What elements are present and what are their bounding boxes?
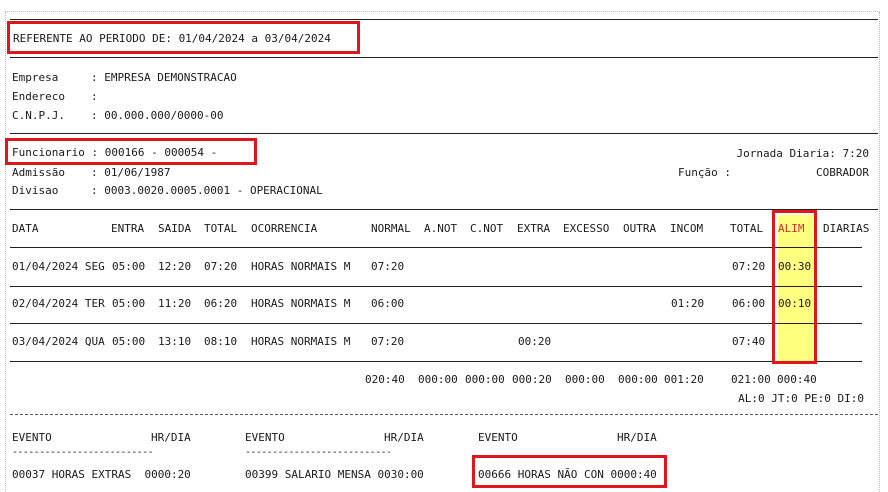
total-excesso: 000:00 [565,373,605,386]
row3-saida: 13:10 [158,335,192,348]
event-col3-hr: HR/DIA [617,431,657,444]
th-entra: ENTRA [111,222,145,235]
event-col1-label: EVENTO [12,431,52,444]
event-col2-label: EVENTO [245,431,285,444]
th-data: DATA [12,222,39,235]
row2-rule [10,323,862,324]
total-anot: 000:00 [418,373,458,386]
page-border-left [5,12,6,492]
row1-total: 07:20 [204,260,238,273]
cnpj-value: : 00.000.000/0000-00 [91,109,224,122]
cnpj-label: C.N.P.J. [12,109,65,122]
funcao-value: COBRADOR [816,166,869,179]
row2-ocorrencia: HORAS NORMAIS M [251,297,351,310]
row1-normal: 07:20 [371,260,405,273]
th-normal: NORMAL [371,222,411,235]
employee-rule [10,209,878,210]
total-extra: 000:20 [512,373,552,386]
page-border-top [5,11,880,12]
th-incom: INCOM [670,222,704,235]
company-rule [10,133,878,134]
th-extra: EXTRA [517,222,551,235]
divisao-value: : 0003.0020.0005.0001 - OPERACIONAL [91,184,323,197]
endereco-label: Endereco [12,90,65,103]
funcao-label: Função : [678,166,731,179]
alim-highlight-box [772,210,817,364]
row2-incom: 01:20 [671,297,705,310]
th-saida: SAIDA [158,222,192,235]
event-highlight-box [472,455,667,488]
row3-ocorrencia: HORAS NORMAIS M [251,335,351,348]
row2-total: 06:20 [204,297,238,310]
th-diarias: DIARIAS [823,222,870,235]
row3-rule [10,361,862,362]
event-col2-underline: --------------------------- [245,447,392,458]
row3-entra: 05:00 [112,335,146,348]
events-separator [10,414,878,415]
event-item-2: 00399 SALARIO MENSA 0030:00 [245,468,424,481]
row2-normal: 06:00 [371,297,405,310]
total-outra: 000:00 [618,373,658,386]
admissao-value: : 01/06/1987 [91,166,171,179]
total-cnot: 000:00 [465,373,505,386]
period-highlight-box [7,21,360,54]
empresa-value: : EMPRESA DEMONSTRACAO [91,71,237,84]
th-excesso: EXCESSO [563,222,610,235]
row3-total: 08:10 [204,335,238,348]
page-border-right [879,12,880,492]
total-alim: 000:40 [777,373,817,386]
th-ocorrencia: OCORRENCIA [251,222,318,235]
row2-entra: 05:00 [112,297,146,310]
row1-ocorrencia: HORAS NORMAIS M [251,260,351,273]
row1-entra: 05:00 [112,260,146,273]
row1-total2: 07:20 [732,260,766,273]
total-total2: 021:00 [731,373,771,386]
summary-counters: AL:0 JT:0 PE:0 DI:0 [738,392,864,405]
empresa-label: Empresa [12,71,59,84]
row3-data: 03/04/2024 QUA [12,335,105,348]
row3-extra: 00:20 [518,335,552,348]
funcionario-highlight-box [5,138,257,165]
th-total2: TOTAL [730,222,764,235]
row3-normal: 07:20 [371,335,405,348]
th-total: TOTAL [204,222,238,235]
row2-total2: 06:00 [732,297,766,310]
event-col1-underline: -------------------------- [12,447,154,458]
event-col2-hr: HR/DIA [384,431,424,444]
event-col3-label: EVENTO [478,431,518,444]
divisao-label: Divisao [12,184,59,197]
jornada-diaria: Jornada Diaria: 7:20 [736,147,869,160]
total-normal: 020:40 [365,373,405,386]
endereco-value: : [91,90,98,103]
row1-saida: 12:20 [158,260,192,273]
event-item-1: 00037 HORAS EXTRAS 0000:20 [12,468,191,481]
event-col1-hr: HR/DIA [151,431,191,444]
row2-saida: 11:20 [158,297,192,310]
th-cnot: C.NOT [470,222,504,235]
th-anot: A.NOT [424,222,458,235]
row2-data: 02/04/2024 TER [12,297,105,310]
row1-data: 01/04/2024 SEG [12,260,105,273]
header-top-rule [10,19,878,20]
total-incom: 001:20 [664,373,704,386]
admissao-label: Admissão [12,166,65,179]
table-header-rule [10,247,862,248]
row3-total2: 07:40 [732,335,766,348]
th-outra: OUTRA [623,222,657,235]
header-bottom-rule [10,57,878,58]
row1-rule [10,286,862,287]
